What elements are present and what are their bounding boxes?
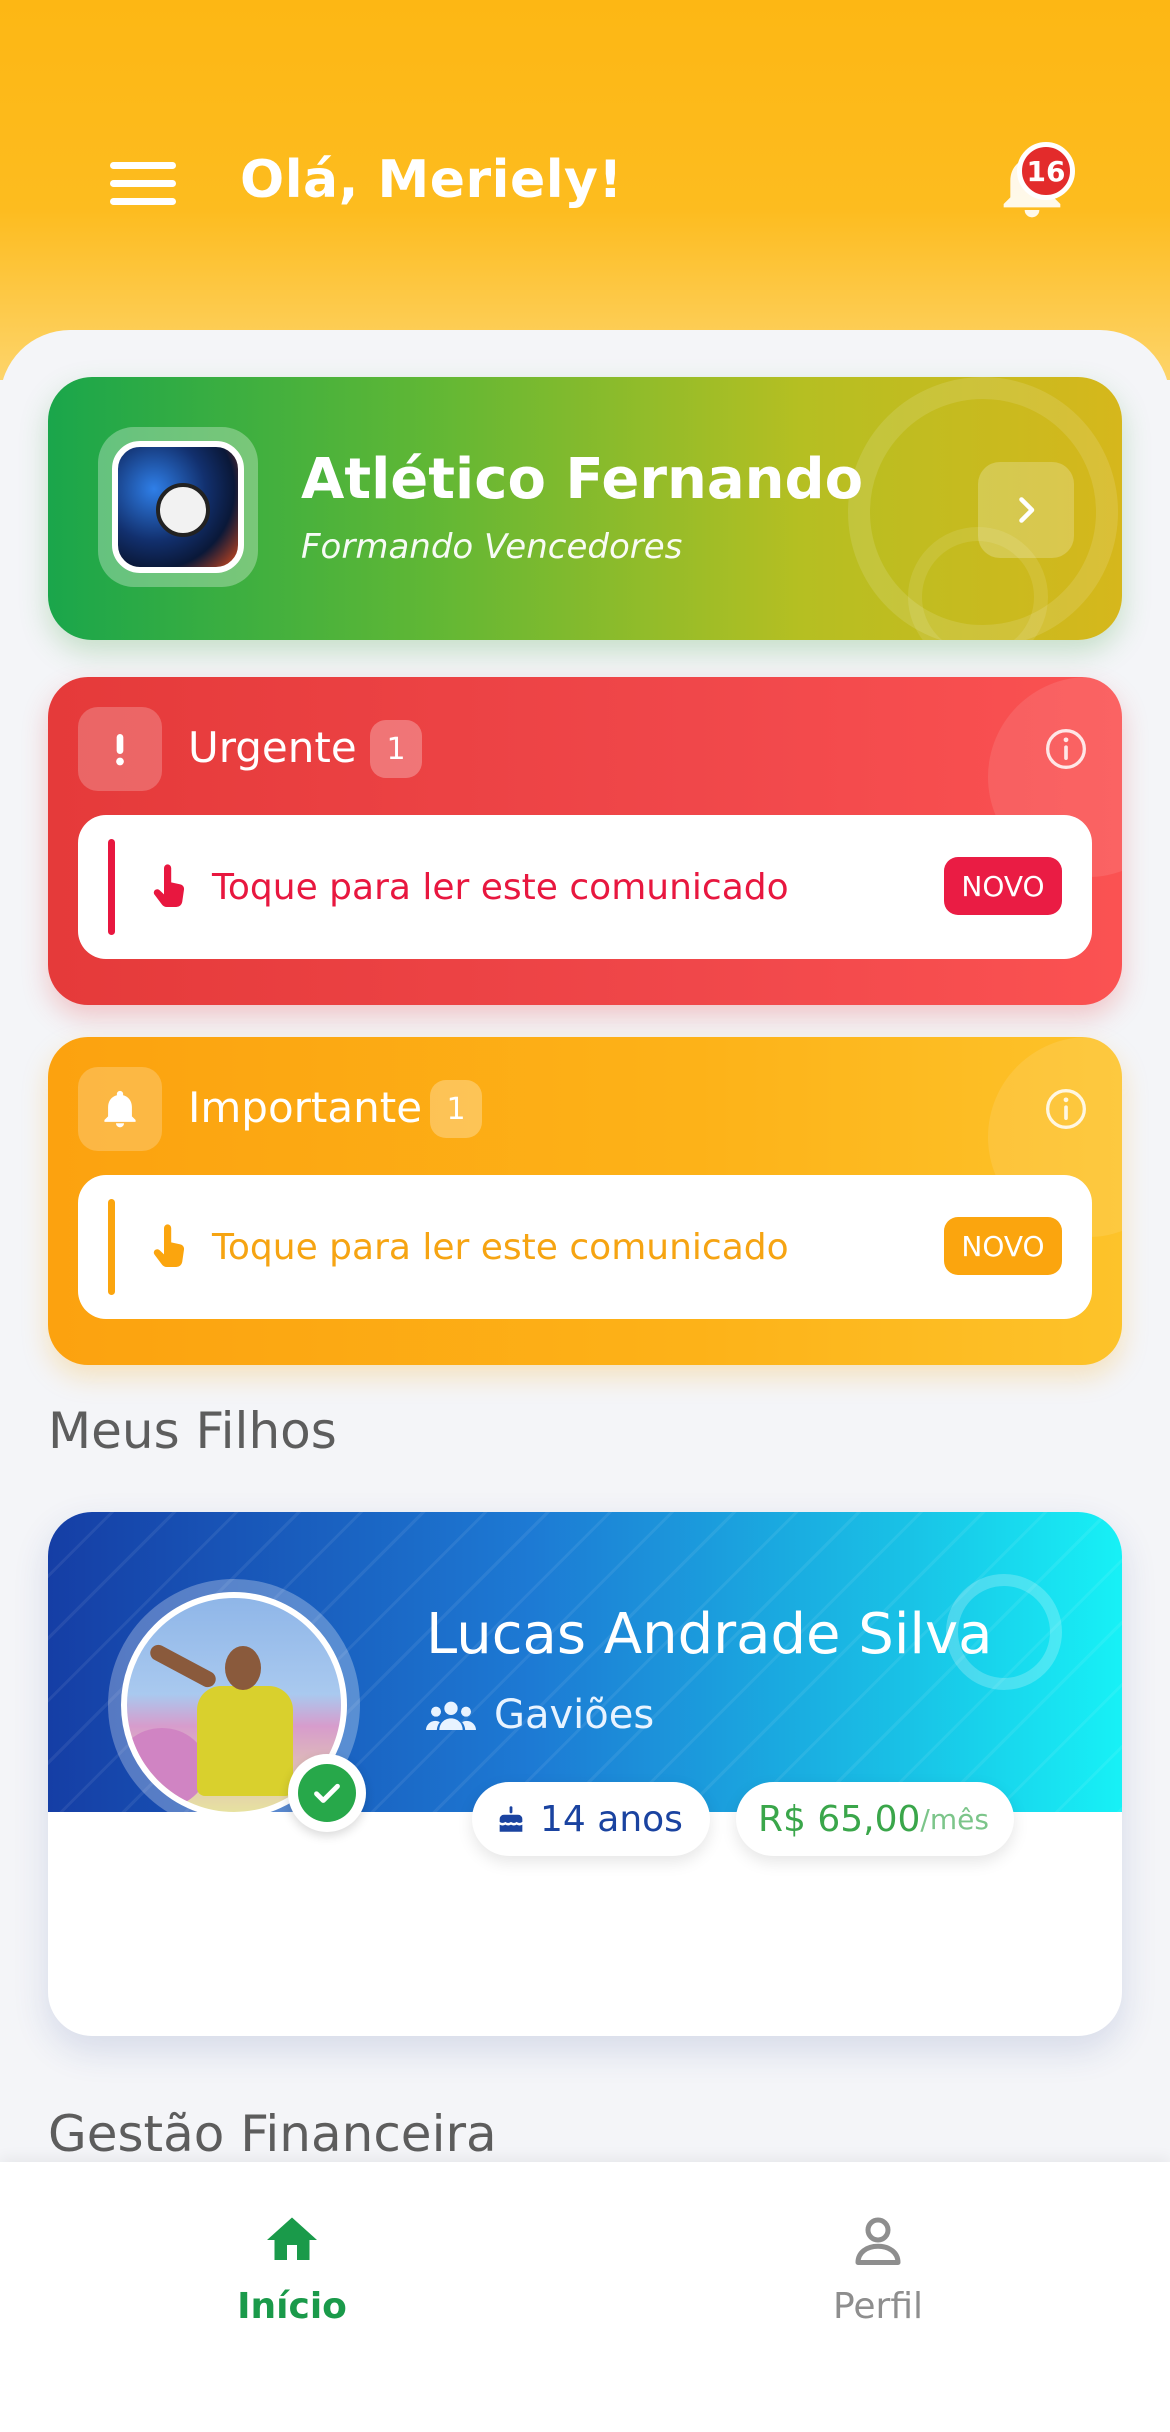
nav-home-label: Início	[237, 2286, 347, 2327]
urgent-message-row[interactable]: Toque para ler este comunicado NOVO	[78, 815, 1092, 959]
club-logo	[98, 427, 258, 587]
notification-count-badge: 16	[1017, 142, 1075, 200]
verified-badge	[288, 1754, 366, 1832]
hand-pointer-icon	[153, 1224, 185, 1268]
team-row: Gaviões	[426, 1690, 654, 1740]
bottom-navigation: Início Perfil	[0, 2162, 1170, 2432]
child-name: Lucas Andrade Silva	[426, 1602, 993, 1667]
accent-bar	[108, 839, 115, 935]
club-card[interactable]: Atlético Fernando Formando Vencedores	[48, 377, 1122, 640]
urgent-count: 1	[370, 720, 422, 778]
child-card[interactable]: Lucas Andrade Silva Gaviões 14 anos R$ 6…	[48, 1512, 1122, 2036]
check-icon	[314, 1783, 340, 1803]
fee-pill: R$ 65,00 /mês	[736, 1782, 1014, 1856]
chevron-right-icon	[1019, 497, 1035, 523]
age-pill: 14 anos	[472, 1782, 710, 1856]
cake-icon	[499, 1806, 523, 1832]
child-fee: R$ 65,00	[758, 1798, 921, 1840]
urgent-icon-box	[78, 707, 162, 791]
new-badge: NOVO	[944, 857, 1062, 915]
fee-unit: /mês	[920, 1802, 989, 1836]
info-icon[interactable]	[1044, 727, 1088, 771]
club-open-button[interactable]	[978, 462, 1074, 558]
urgent-title: Urgente	[188, 723, 357, 772]
urgent-notice-card: Urgente 1 Toque para ler este comunicado…	[48, 677, 1122, 1005]
bell-icon	[104, 1090, 136, 1128]
info-icon[interactable]	[1044, 1087, 1088, 1131]
hand-pointer-icon	[153, 864, 185, 908]
exclamation-icon	[116, 734, 124, 766]
section-title-finance: Gestão Financeira	[48, 2105, 497, 2163]
users-icon	[426, 1701, 476, 1730]
nav-profile[interactable]: Perfil	[778, 2192, 978, 2342]
team-name: Gaviões	[494, 1692, 655, 1738]
urgent-message: Toque para ler este comunicado	[212, 867, 789, 908]
child-age: 14 anos	[540, 1798, 683, 1840]
important-title: Importante	[188, 1083, 423, 1132]
club-slogan: Formando Vencedores	[301, 527, 683, 567]
important-message-row[interactable]: Toque para ler este comunicado NOVO	[78, 1175, 1092, 1319]
home-icon	[267, 2217, 317, 2260]
important-count: 1	[430, 1080, 482, 1138]
menu-button[interactable]	[110, 158, 176, 210]
menu-icon	[110, 162, 176, 169]
accent-bar	[108, 1199, 115, 1295]
club-name: Atlético Fernando	[301, 447, 864, 512]
important-notice-card: Importante 1 Toque para ler este comunic…	[48, 1037, 1122, 1365]
important-message: Toque para ler este comunicado	[212, 1227, 789, 1268]
nav-profile-label: Perfil	[832, 2286, 924, 2327]
section-title-children: Meus Filhos	[48, 1402, 337, 1460]
important-icon-box	[78, 1067, 162, 1151]
club-logo-image	[112, 441, 244, 573]
nav-home[interactable]: Início	[192, 2192, 392, 2342]
user-icon	[855, 2217, 901, 2265]
greeting-title: Olá, Meriely!	[240, 150, 623, 210]
new-badge: NOVO	[944, 1217, 1062, 1275]
